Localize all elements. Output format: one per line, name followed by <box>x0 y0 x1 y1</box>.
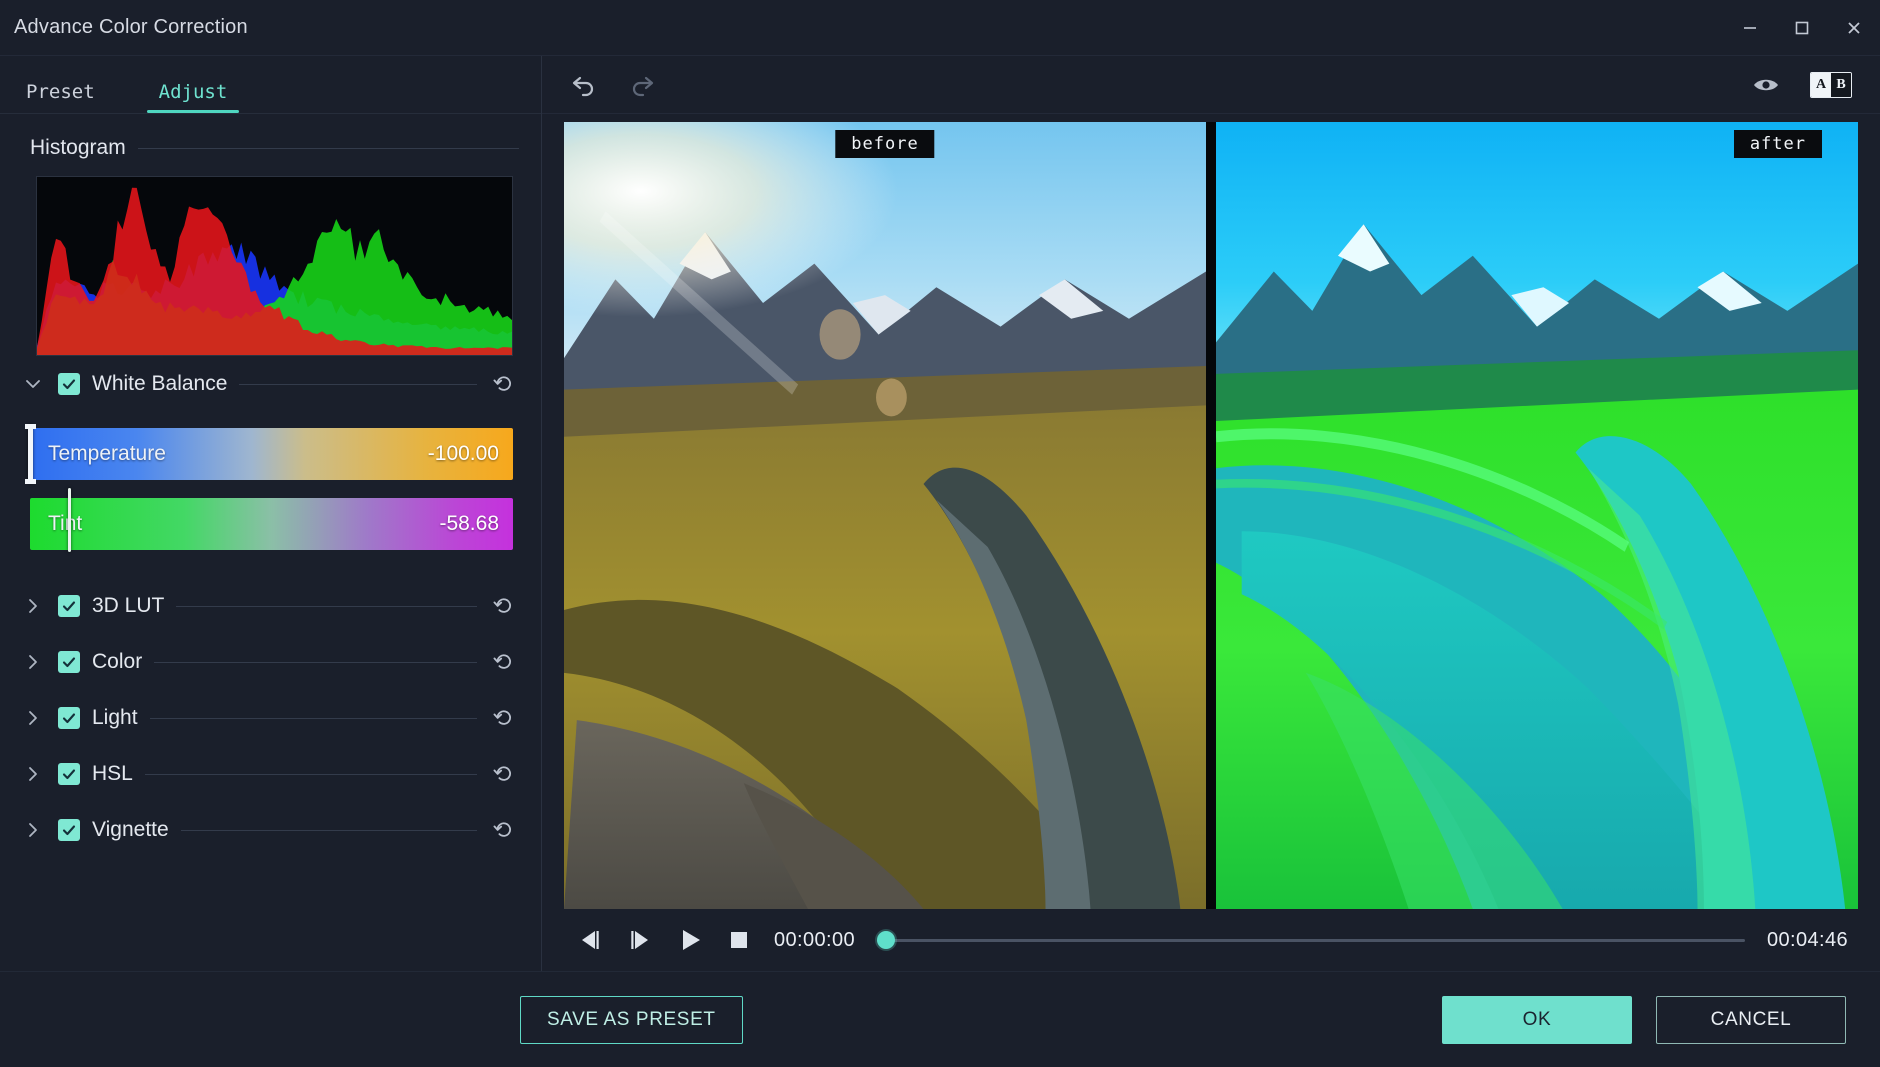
advance-color-correction-window: Advance Color Correction Preset Adjust <box>0 0 1880 1067</box>
preview-pane-before[interactable]: before <box>564 122 1206 909</box>
cancel-button[interactable]: CANCEL <box>1656 996 1846 1044</box>
title-bar: Advance Color Correction <box>0 0 1880 56</box>
redo-icon[interactable] <box>628 73 656 97</box>
histogram-chart <box>36 176 513 356</box>
adjust-panel: Preset Adjust Histogram <box>0 56 542 971</box>
previous-frame-icon[interactable] <box>576 927 604 953</box>
eye-icon[interactable] <box>1752 75 1780 95</box>
reset-icon-3d-lut[interactable] <box>489 591 519 621</box>
ok-button[interactable]: OK <box>1442 996 1632 1044</box>
save-as-preset-button[interactable]: SAVE AS PRESET <box>520 996 743 1044</box>
divider-line <box>138 148 519 149</box>
checkbox-3d-lut[interactable] <box>58 595 80 617</box>
chevron-right-icon[interactable] <box>20 596 46 616</box>
divider-line <box>176 606 477 607</box>
timeline-track <box>877 939 1745 942</box>
divider-line <box>181 830 477 831</box>
divider-line <box>154 662 477 663</box>
group-label: HSL <box>92 762 133 786</box>
divider-line <box>239 384 477 385</box>
playhead-handle[interactable] <box>877 931 895 949</box>
slider-track-temperature <box>30 428 513 480</box>
minimize-button[interactable] <box>1724 0 1776 56</box>
histogram-svg <box>37 177 512 355</box>
slider-handle-tint[interactable] <box>68 488 71 552</box>
undo-icon[interactable] <box>570 73 598 97</box>
play-button[interactable] <box>676 927 704 953</box>
preview-divider[interactable] <box>1206 122 1216 909</box>
chevron-right-icon[interactable] <box>20 652 46 672</box>
group-vignette[interactable]: Vignette <box>0 802 541 858</box>
chevron-right-icon[interactable] <box>20 708 46 728</box>
viewer-toolbar: A B <box>542 56 1880 114</box>
panel-tabs: Preset Adjust <box>0 56 541 114</box>
group-label: Color <box>92 650 142 674</box>
ab-compare-b: B <box>1831 73 1851 97</box>
group-label: Vignette <box>92 818 169 842</box>
group-label-white-balance: White Balance <box>92 372 227 396</box>
divider-line <box>150 718 477 719</box>
chevron-right-icon[interactable] <box>20 820 46 840</box>
before-image <box>564 122 1206 909</box>
chevron-right-icon[interactable] <box>20 764 46 784</box>
group-white-balance[interactable]: White Balance <box>0 356 541 412</box>
transport-controls: 00:00:00 00:04:46 <box>542 909 1880 971</box>
histogram-label: Histogram <box>30 136 126 160</box>
reset-icon-light[interactable] <box>489 703 519 733</box>
ab-compare-toggle[interactable]: A B <box>1810 72 1852 98</box>
window-title: Advance Color Correction <box>14 16 248 39</box>
reset-icon-hsl[interactable] <box>489 759 519 789</box>
collapsed-group-list: 3D LUT Color Light HSL Vignette <box>0 578 541 858</box>
checkbox-white-balance[interactable] <box>58 373 80 395</box>
slider-track-tint <box>30 498 513 550</box>
group-3d-lut[interactable]: 3D LUT <box>0 578 541 634</box>
timeline-scrubber[interactable] <box>877 929 1745 951</box>
checkbox-color[interactable] <box>58 651 80 673</box>
reset-icon-vignette[interactable] <box>489 815 519 845</box>
group-color[interactable]: Color <box>0 634 541 690</box>
viewer-panel: A B <box>542 56 1880 971</box>
after-image <box>1216 122 1858 909</box>
dialog-footer: SAVE AS PRESET OK CANCEL <box>0 971 1880 1067</box>
stop-button[interactable] <box>726 927 752 953</box>
checkbox-light[interactable] <box>58 707 80 729</box>
ab-compare-a: A <box>1811 73 1831 97</box>
panel-content: Histogram <box>0 114 541 971</box>
group-light[interactable]: Light <box>0 690 541 746</box>
checkbox-hsl[interactable] <box>58 763 80 785</box>
checkbox-vignette[interactable] <box>58 819 80 841</box>
white-balance-sliders: Temperature -100.00 Tint -58.68 <box>0 412 541 578</box>
reset-icon-white-balance[interactable] <box>489 369 519 399</box>
before-tag: before <box>835 130 934 158</box>
group-label: 3D LUT <box>92 594 164 618</box>
tab-preset[interactable]: Preset <box>26 81 95 113</box>
slider-temperature[interactable]: Temperature -100.00 <box>30 428 513 480</box>
duration: 00:04:46 <box>1767 929 1848 952</box>
group-label: Light <box>92 706 138 730</box>
maximize-button[interactable] <box>1776 0 1828 56</box>
current-time: 00:00:00 <box>774 929 855 952</box>
close-button[interactable] <box>1828 0 1880 56</box>
slider-tint[interactable]: Tint -58.68 <box>30 498 513 550</box>
histogram-wrap <box>0 168 541 356</box>
tab-adjust[interactable]: Adjust <box>159 81 228 113</box>
preview-pane-after[interactable]: after <box>1216 122 1858 909</box>
divider-line <box>145 774 477 775</box>
chevron-down-icon[interactable] <box>20 374 46 394</box>
after-tag: after <box>1734 130 1822 158</box>
preview-area[interactable]: before <box>564 122 1858 909</box>
window-controls <box>1724 0 1880 56</box>
reset-icon-color[interactable] <box>489 647 519 677</box>
window-body: Preset Adjust Histogram <box>0 56 1880 971</box>
next-frame-icon[interactable] <box>626 927 654 953</box>
group-hsl[interactable]: HSL <box>0 746 541 802</box>
histogram-header: Histogram <box>0 128 541 168</box>
slider-handle-temperature[interactable] <box>28 424 33 484</box>
